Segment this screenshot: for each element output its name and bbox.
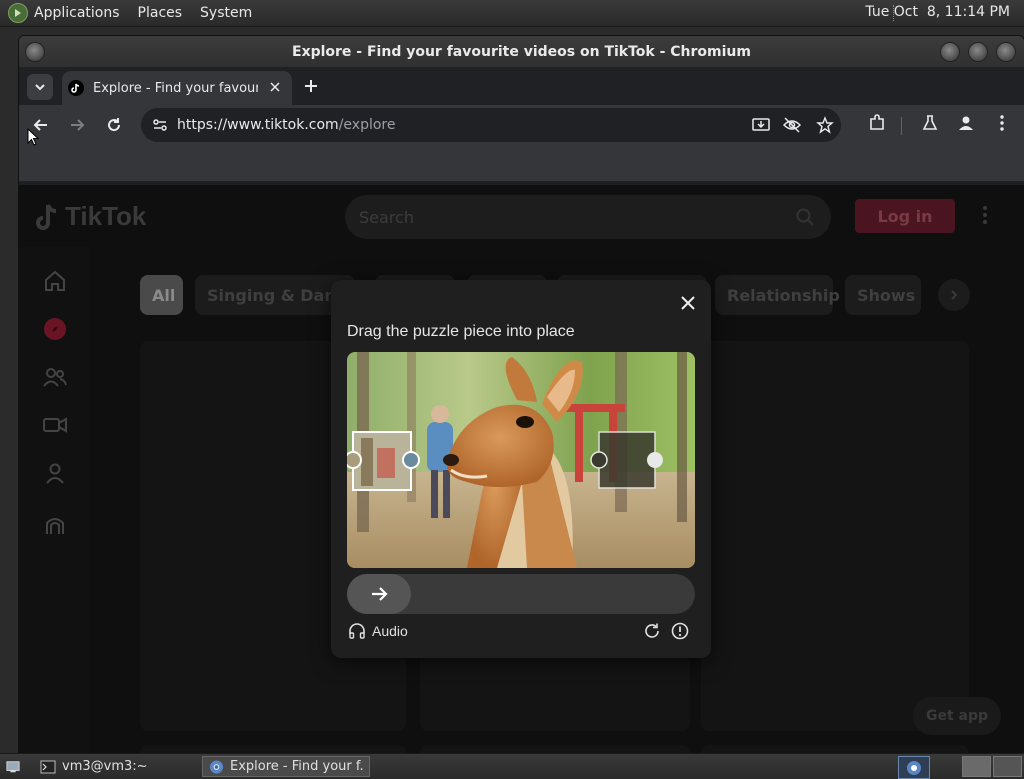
window-menu-button[interactable] [25,42,45,62]
applications-menu[interactable]: Applications [34,5,120,21]
system-menu[interactable]: System [200,5,252,21]
refresh-icon[interactable] [643,622,661,640]
tray-chromium-icon[interactable] [898,756,930,779]
following-icon[interactable] [43,365,67,389]
profile-icon[interactable] [956,113,976,133]
bookmarks-bar [19,145,1024,182]
get-app-button[interactable]: Get app [913,697,1001,735]
captcha-slider-handle[interactable] [347,574,411,614]
taskbar-terminal[interactable]: vm3@vm3:~ [34,756,200,777]
browser-toolbar: https://www.tiktok.com/explore [19,105,1024,145]
site-info-icon[interactable] [151,116,169,134]
video-card[interactable] [701,341,969,731]
reload-icon [108,118,121,132]
chevron-right-icon [951,290,958,300]
forward-button[interactable] [65,113,89,137]
home-icon[interactable] [43,269,67,293]
tab-close-icon[interactable] [268,80,282,94]
close-window-button[interactable] [996,42,1016,62]
places-menu[interactable]: Places [138,5,183,21]
puzzle-target-slot [590,431,663,489]
explore-compass-icon[interactable] [43,317,67,341]
install-app-icon[interactable] [751,116,771,134]
tiktok-note-icon [36,203,57,230]
search-icon[interactable] [795,207,815,227]
audio-label: Audio [372,623,408,639]
maximize-button[interactable] [968,42,988,62]
live-video-icon[interactable] [43,413,67,437]
reload-button[interactable] [102,113,126,137]
extensions-icon[interactable] [867,113,887,133]
captcha-dialog: Drag the puzzle piece into place Audio [331,280,711,658]
arrow-right-icon [372,587,388,601]
puzzle-piece[interactable] [347,431,420,491]
workspace-2[interactable] [993,756,1022,777]
chips-next-button[interactable] [938,279,970,311]
more-apps-icon[interactable] [43,513,67,537]
labs-flask-icon[interactable] [920,113,940,133]
chromium-icon [209,759,224,774]
url-host: https://www.tiktok.com [177,117,339,133]
tab-strip: Explore - Find your favourite videos on … [19,67,1024,105]
chip-shows[interactable]: Shows [845,275,921,315]
tiktok-favicon-icon [68,80,84,96]
tiktok-search-input[interactable]: Search [345,195,831,239]
workspace-1[interactable] [962,756,991,777]
chromium-task-label: Explore - Find your f... [230,759,363,774]
url-path: /explore [338,117,396,133]
panel-clock[interactable]: Tue Oct 8, 11:14 PM [865,4,1010,20]
bottom-taskbar: vm3@vm3:~ Explore - Find your f... [0,753,1024,779]
headphones-icon [349,623,365,639]
chip-all[interactable]: All [140,275,183,315]
login-button[interactable]: Log in [855,199,955,233]
browser-menu-icon[interactable] [992,113,1012,133]
tab-title: Explore - Find your favourite videos on … [93,80,258,96]
url-text[interactable]: https://www.tiktok.com/explore [177,117,395,133]
address-bar[interactable]: https://www.tiktok.com/explore [141,108,841,142]
tab-explore[interactable]: Explore - Find your favourite videos on … [62,71,292,105]
taskbar-chromium[interactable]: Explore - Find your f... [202,756,370,777]
captcha-slider-track[interactable] [347,574,695,614]
workspace-switcher[interactable] [962,756,1022,777]
mouse-cursor-icon [27,128,39,146]
tiktok-logo[interactable]: TikTok [35,201,146,232]
puzzle-image [347,352,695,568]
eye-off-icon[interactable] [782,116,802,134]
close-icon[interactable] [681,296,695,310]
new-tab-icon[interactable] [301,76,321,96]
bookmark-star-icon[interactable] [816,116,834,134]
more-options-icon[interactable] [981,205,989,225]
distro-logo-icon[interactable] [8,3,28,23]
audio-challenge-button[interactable]: Audio [348,622,408,640]
tiktok-wordmark: TikTok [65,201,147,231]
chevron-down-icon [35,84,45,91]
show-desktop-button[interactable] [0,756,26,777]
chip-relationship[interactable]: Relationship [715,275,840,315]
report-info-icon[interactable] [671,622,689,640]
profile-person-icon[interactable] [43,461,67,485]
search-placeholder: Search [359,207,414,227]
tiktok-sidebar [19,247,89,754]
terminal-task-label: vm3@vm3:~ [62,759,148,774]
window-titlebar[interactable]: Explore - Find your favourite videos on … [19,36,1024,67]
captcha-prompt: Drag the puzzle piece into place [347,323,575,340]
arrow-right-icon [71,119,85,131]
deer-photo [347,352,695,568]
terminal-icon [40,760,56,773]
desktop-icon [6,760,20,772]
toolbar-separator [901,117,902,135]
window-title: Explore - Find your favourite videos on … [292,43,751,60]
minimize-button[interactable] [940,42,960,62]
top-panel: Applications Places System Tue Oct 8, 11… [0,0,1024,27]
tab-search-button[interactable] [27,74,53,100]
